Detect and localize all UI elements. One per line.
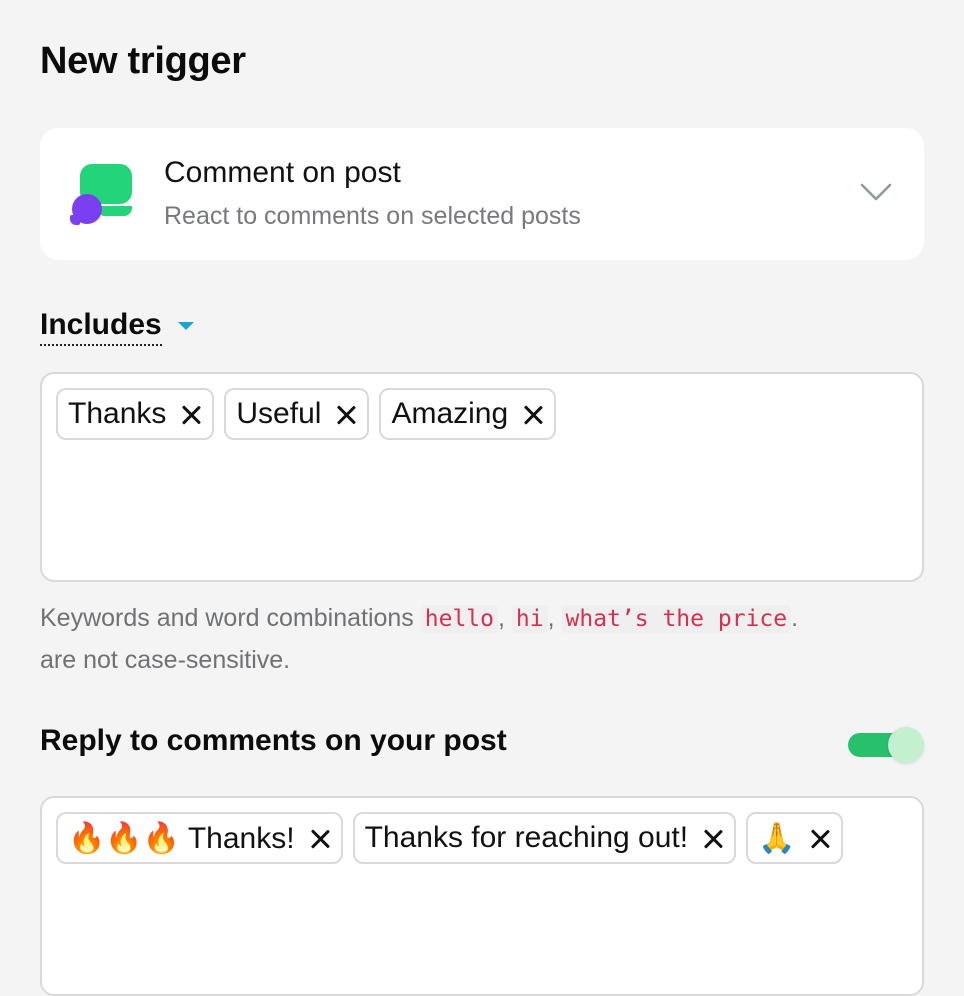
hint-prefix: Keywords and word combinations — [40, 604, 414, 632]
remove-tag-icon[interactable] — [522, 403, 544, 425]
tag-label: Thanks — [68, 397, 167, 430]
keyword-tag: Thanks — [56, 388, 215, 440]
includes-dropdown[interactable]: Includes — [40, 308, 162, 346]
reply-messages-input[interactable]: 🔥🔥🔥 Thanks! Thanks for reaching out! 🙏 — [40, 796, 924, 996]
trigger-description: React to comments on selected posts — [164, 202, 581, 230]
includes-keyword-input[interactable]: Thanks Useful Amazing — [40, 372, 924, 582]
comment-bubbles-icon — [70, 164, 134, 226]
tag-label: 🙏 — [758, 821, 796, 855]
keyword-tag: Amazing — [379, 388, 557, 440]
keyword-tag: Useful — [224, 388, 370, 440]
hint-example: hi — [511, 605, 548, 633]
remove-tag-icon[interactable] — [309, 827, 331, 849]
reply-tag: Thanks for reaching out! — [352, 812, 737, 864]
trigger-type-select[interactable]: Comment on post React to comments on sel… — [40, 128, 924, 260]
reply-tag: 🙏 — [746, 812, 844, 864]
caret-down-icon[interactable] — [178, 322, 194, 330]
remove-tag-icon[interactable] — [809, 827, 831, 849]
remove-tag-icon[interactable] — [180, 403, 202, 425]
tag-label: Thanks for reaching out! — [364, 821, 689, 854]
reply-toggle[interactable] — [848, 727, 924, 763]
reply-section-title: Reply to comments on your post — [40, 724, 507, 757]
reply-tag: 🔥🔥🔥 Thanks! — [56, 812, 343, 864]
remove-tag-icon[interactable] — [335, 403, 357, 425]
remove-tag-icon[interactable] — [702, 827, 724, 849]
tag-label: 🔥🔥🔥 Thanks! — [68, 821, 295, 855]
tag-label: Useful — [236, 397, 322, 430]
keywords-hint: Keywords and word combinations hello, hi… — [40, 604, 799, 674]
hint-example: hello — [420, 605, 499, 633]
trigger-name: Comment on post — [164, 156, 401, 189]
tag-label: Amazing — [391, 397, 509, 430]
hint-example: what’s the price — [561, 605, 792, 633]
page-title: New trigger — [40, 40, 246, 82]
chevron-down-icon[interactable] — [858, 174, 894, 210]
hint-suffix: are not case-sensitive. — [40, 646, 291, 674]
